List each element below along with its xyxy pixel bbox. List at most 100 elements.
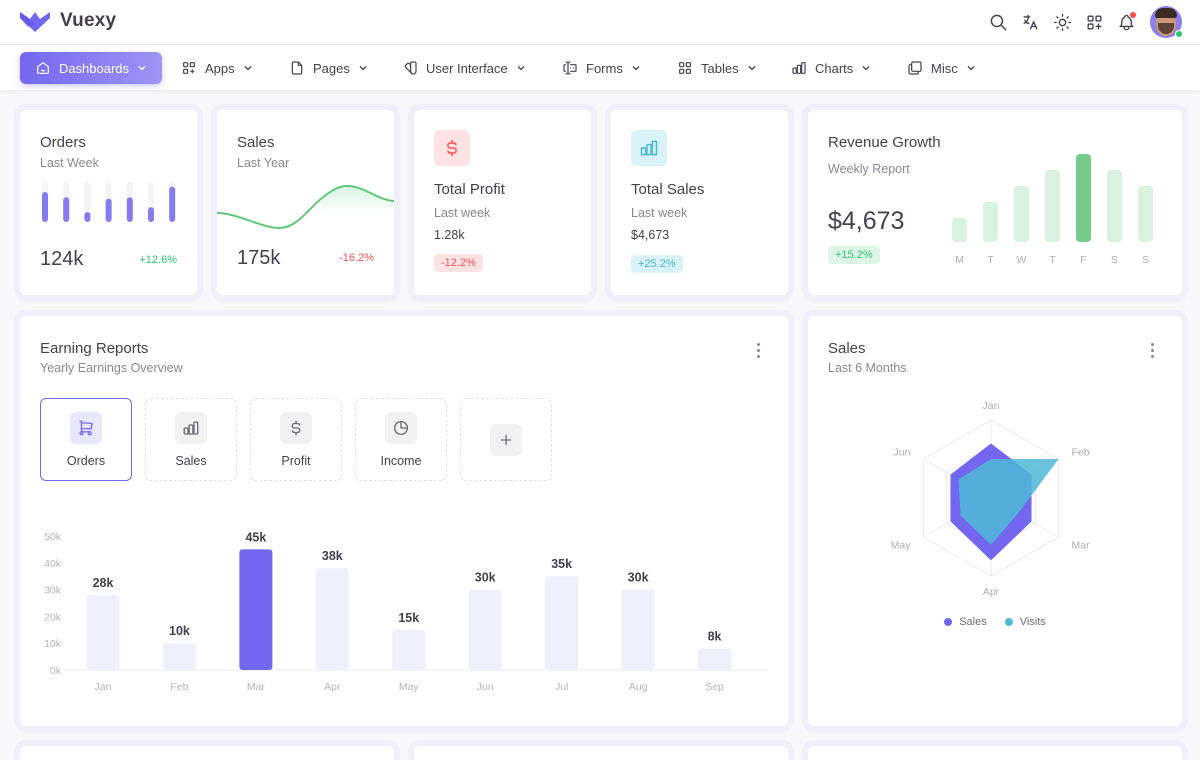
card-subtitle: Yearly Earnings Overview	[40, 361, 183, 375]
profit-icon-tile	[434, 130, 470, 166]
tab-add[interactable]	[460, 398, 552, 481]
orders-card: Orders Last Week 124k +12.6%	[20, 110, 197, 295]
tab-profit[interactable]: Profit	[250, 398, 342, 481]
chevron-down-icon	[358, 63, 368, 73]
bar-data-label: 38k	[322, 549, 343, 563]
bottom-card-3	[808, 746, 1182, 760]
tab-icon-tile	[280, 412, 312, 444]
bottom-card-2	[414, 746, 788, 760]
tab-icon-tile	[70, 412, 102, 444]
chevron-down-icon	[631, 63, 641, 73]
bottom-card-1	[20, 746, 394, 760]
chevron-down-icon	[243, 63, 253, 73]
legend-item-visits[interactable]: Visits	[1005, 616, 1046, 628]
change-chip: +15.2%	[828, 246, 880, 264]
y-tick-label: 10k	[44, 638, 62, 650]
card-title: Orders	[40, 134, 86, 151]
translate-icon[interactable]	[1020, 12, 1040, 32]
nav-label: Pages	[313, 61, 350, 76]
tab-label: Income	[381, 454, 422, 468]
x-tick-label: Apr	[324, 681, 341, 693]
plus-icon	[498, 432, 514, 448]
color-swatch-icon	[402, 60, 418, 76]
revenue-bar	[1107, 170, 1122, 242]
card-value: 124k	[40, 248, 83, 271]
earning-bar	[392, 630, 425, 670]
card-value: $4,673	[828, 207, 904, 236]
y-tick-label: 50k	[44, 531, 62, 543]
revenue-weekly-bar-chart: MTWTFSS	[944, 150, 1164, 270]
day-label: M	[955, 254, 964, 266]
revenue-bar	[983, 202, 998, 242]
bar	[63, 197, 69, 222]
x-tick-label: May	[399, 681, 420, 693]
nav-item-misc[interactable]: Misc	[892, 52, 991, 84]
bar	[42, 192, 48, 222]
currency-dollar-icon	[442, 138, 462, 158]
bar-data-label: 45k	[245, 530, 266, 544]
tab-icon-tile	[175, 412, 207, 444]
nav-item-forms[interactable]: Forms	[547, 52, 656, 84]
card-title: Total Profit	[434, 181, 505, 198]
more-options-button[interactable]	[1144, 340, 1160, 360]
chart-pie-icon	[392, 419, 410, 437]
brand-logo[interactable]: Vuexy	[20, 10, 116, 32]
x-tick-label: Jul	[555, 681, 568, 693]
earning-bar	[316, 568, 349, 670]
nav-item-user-interface[interactable]: User Interface	[387, 52, 541, 84]
card-title: Sales	[828, 340, 866, 357]
card-subtitle: Last week	[434, 206, 490, 220]
card-value: 175k	[237, 247, 280, 270]
tab-label: Sales	[175, 454, 206, 468]
chevron-down-icon	[861, 63, 871, 73]
forms-icon	[562, 60, 578, 76]
sales-radar-card: Sales Last 6 Months JanFebMarAprMayJun S…	[808, 316, 1182, 726]
earning-bar-chart: 0k10k20k30k40k50k28kJan10kFeb45kMar38kAp…	[20, 516, 788, 706]
apps-add-icon[interactable]	[1084, 12, 1104, 32]
x-tick-label: Feb	[170, 681, 188, 693]
nav-item-tables[interactable]: Tables	[662, 52, 772, 84]
bar-data-label: 30k	[628, 571, 649, 585]
card-subtitle: Last Year	[237, 156, 289, 170]
sun-icon[interactable]	[1052, 12, 1072, 32]
nav-item-charts[interactable]: Charts	[776, 52, 886, 84]
day-label: T	[987, 254, 994, 266]
chevron-down-icon	[516, 63, 526, 73]
nav-item-apps[interactable]: Apps	[166, 52, 268, 84]
earning-bar	[163, 643, 196, 670]
nav-item-dashboards[interactable]: Dashboards	[20, 52, 162, 84]
nav-label: Misc	[931, 61, 958, 76]
revenue-growth-card: Revenue Growth Weekly Report $4,673 +15.…	[808, 110, 1182, 295]
total-sales-card: Total Sales Last week $4,673 +25.2%	[611, 110, 788, 295]
top-actions	[988, 6, 1182, 38]
notification-badge	[1130, 12, 1136, 18]
tab-sales[interactable]: Sales	[145, 398, 237, 481]
home-icon	[35, 60, 51, 76]
change-chip: +25.2%	[631, 255, 683, 273]
sales-icon-tile	[631, 130, 667, 166]
nav-item-pages[interactable]: Pages	[274, 52, 383, 84]
sales-sparkline	[217, 180, 394, 240]
x-tick-label: Jun	[477, 681, 494, 693]
sales-radar-chart: JanFebMarAprMayJun	[808, 386, 1182, 636]
nav-label: Tables	[701, 61, 739, 76]
y-tick-label: 0k	[50, 665, 62, 677]
card-value: 1.28k	[434, 228, 465, 242]
bell-icon[interactable]	[1116, 12, 1136, 32]
layout-grid-add-icon	[181, 60, 197, 76]
earning-bar	[469, 590, 502, 670]
nav-label: Dashboards	[59, 61, 129, 76]
legend-marker	[944, 618, 952, 626]
avatar[interactable]	[1150, 6, 1182, 38]
earning-bar	[87, 595, 120, 670]
search-icon[interactable]	[988, 12, 1008, 32]
avatar-hair	[1155, 8, 1177, 18]
online-status-indicator	[1175, 30, 1183, 38]
chevron-down-icon	[747, 63, 757, 73]
tab-income[interactable]: Income	[355, 398, 447, 481]
more-options-button[interactable]	[750, 340, 766, 360]
legend-item-sales[interactable]: Sales	[944, 616, 987, 628]
tab-orders[interactable]: Orders	[40, 398, 132, 481]
x-tick-label: Mar	[247, 681, 266, 693]
revenue-bar	[952, 218, 967, 242]
